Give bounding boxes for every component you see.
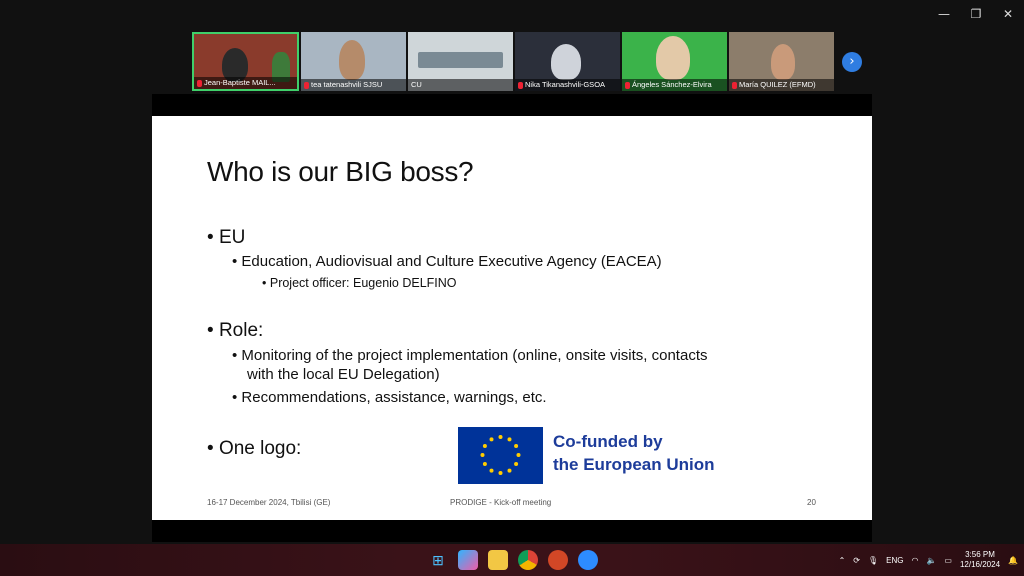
participant-name: tea tatenashvili SJSU [311, 80, 383, 89]
participant-name: María QUILEZ (EFMD) [739, 80, 816, 89]
microphone-icon[interactable]: 🎙 [868, 556, 878, 565]
zoom-icon[interactable] [578, 550, 598, 570]
participant-name: Ángeles Sánchez-Elvira [632, 80, 712, 89]
muted-mic-icon [732, 81, 737, 89]
bullet-role: • Role: [207, 320, 264, 341]
participant-name: Nika Tikanashvili-GSOA [525, 80, 606, 89]
participant-video [551, 44, 581, 80]
participant-tile[interactable]: CU [408, 32, 513, 91]
cofunded-label: Co-funded by the European Union [553, 432, 715, 474]
participant-tile[interactable]: Jean-Baptiste MAIL... [192, 32, 299, 91]
volume-icon[interactable]: 🔈 [926, 556, 936, 565]
copilot-icon[interactable] [458, 550, 478, 570]
chevron-up-icon[interactable]: ⌃ [839, 556, 846, 565]
bullet-recommendations: • Recommendations, assistance, warnings,… [232, 389, 547, 406]
footer-title: PRODIGE - Kick-off meeting [450, 498, 552, 507]
page-number: 20 [807, 498, 816, 507]
participant-video [656, 36, 690, 80]
taskbar: ⊞ ⌃ ⟳ 🎙 ENG ◠ 🔈 ▭ 3:56 PM 12/16/2024 🔔 [0, 544, 1024, 576]
bullet-agency: • Education, Audiovisual and Culture Exe… [232, 253, 662, 270]
windows-start-icon[interactable]: ⊞ [428, 550, 448, 570]
slide-title: Who is our BIG boss? [207, 156, 474, 187]
eu-flag-icon [458, 427, 543, 484]
wifi-icon[interactable]: ◠ [911, 556, 918, 565]
participant-tile[interactable]: Nika Tikanashvili-GSOA [515, 32, 620, 91]
muted-mic-icon [197, 79, 202, 87]
participant-tile[interactable]: María QUILEZ (EFMD) [729, 32, 834, 91]
participant-strip: Jean-Baptiste MAIL... tea tatenashvili S… [192, 32, 834, 91]
chevron-right-icon[interactable]: › [842, 52, 862, 72]
muted-mic-icon [518, 81, 523, 89]
participant-tile[interactable]: tea tatenashvili SJSU [301, 32, 406, 91]
participant-video [771, 44, 795, 80]
participant-name: CU [411, 80, 422, 89]
bullet-eu: • EU [207, 227, 246, 248]
footer-date: 16-17 December 2024, Tbilisi (GE) [207, 498, 331, 507]
restore-button[interactable]: ❐ [960, 0, 992, 28]
bullet-logo: • One logo: [207, 438, 302, 459]
sync-icon[interactable]: ⟳ [853, 556, 860, 565]
participant-video [339, 40, 365, 80]
participant-video [418, 52, 503, 68]
notification-bell-icon[interactable]: 🔔 [1008, 556, 1018, 565]
muted-mic-icon [625, 81, 630, 89]
muted-mic-icon [304, 81, 309, 89]
minimize-button[interactable]: — [928, 0, 960, 28]
participant-tile[interactable]: Ángeles Sánchez-Elvira [622, 32, 727, 91]
shared-screen: Who is our BIG boss? • EU • Education, A… [152, 94, 872, 542]
bullet-monitoring: • Monitoring of the project implementati… [232, 347, 708, 383]
chrome-icon[interactable] [518, 550, 538, 570]
clock[interactable]: 3:56 PM 12/16/2024 [960, 550, 1000, 570]
language-indicator[interactable]: ENG [886, 556, 903, 565]
window-controls: — ❐ ✕ [928, 0, 1024, 28]
close-button[interactable]: ✕ [992, 0, 1024, 28]
presentation-slide: Who is our BIG boss? • EU • Education, A… [152, 116, 872, 520]
participant-name: Jean-Baptiste MAIL... [204, 78, 276, 87]
bullet-officer: • Project officer: Eugenio DELFINO [262, 276, 457, 290]
file-explorer-icon[interactable] [488, 550, 508, 570]
powerpoint-icon[interactable] [548, 550, 568, 570]
battery-icon[interactable]: ▭ [944, 556, 952, 565]
